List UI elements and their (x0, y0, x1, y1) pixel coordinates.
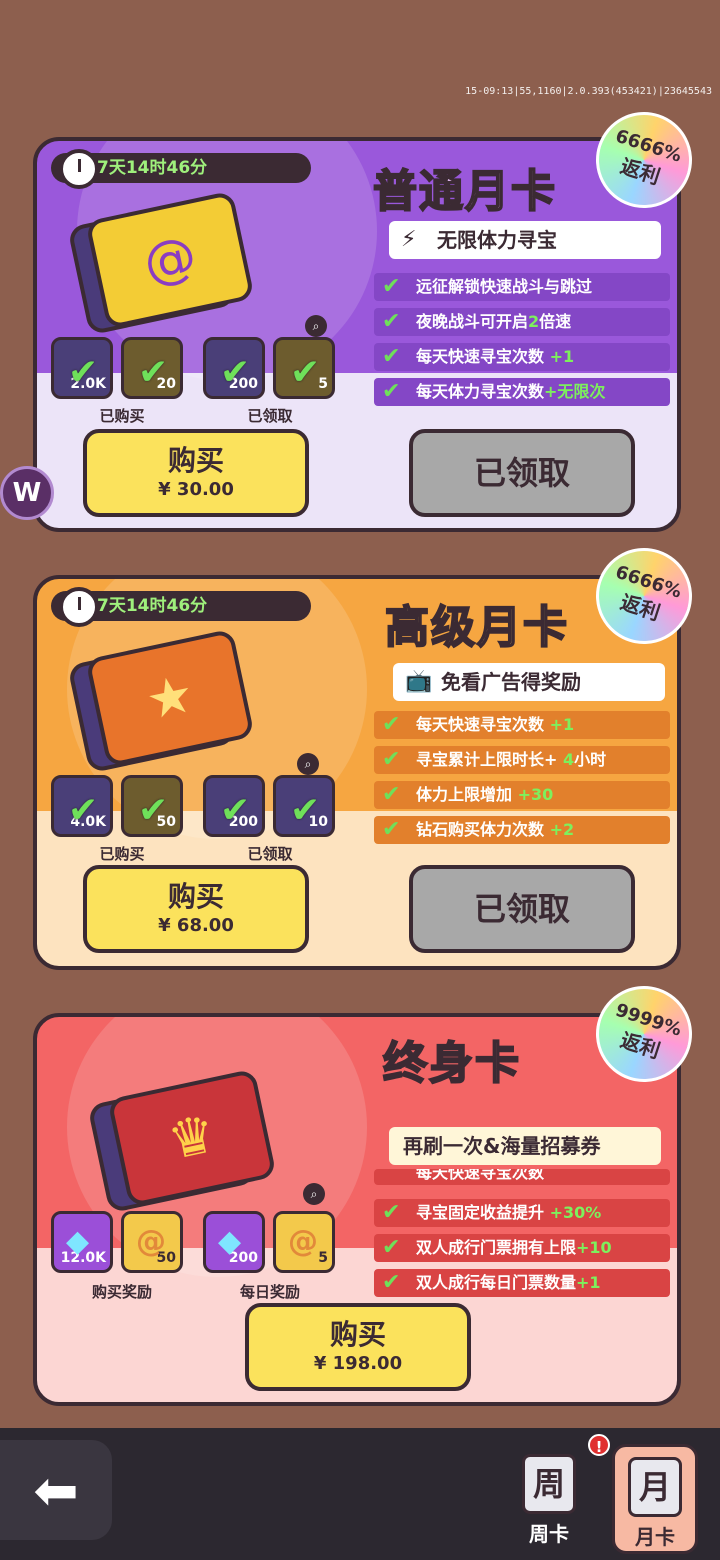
ticket-tile[interactable]: @5 (273, 1211, 335, 1273)
timer: 7天14时46分 (51, 149, 311, 189)
claimed-button[interactable]: 已领取 (409, 865, 635, 953)
claimed-button[interactable]: 已领取 (409, 429, 635, 517)
reward-tile[interactable]: ✔ 200 (203, 775, 265, 837)
check-icon: ✔ (290, 790, 321, 831)
check-icon: ✔ (220, 790, 251, 831)
notification-dot: ! (588, 1434, 610, 1456)
feature-row: ✔ 钻石购买体力次数 +2 (374, 816, 670, 844)
diamond-icon: ◆ (66, 1224, 90, 1259)
check-icon: ✔ (138, 352, 169, 393)
feature-row: ✔ 每天体力寻宝次数+无限次 (374, 378, 670, 406)
check-icon: ✔ (382, 274, 401, 299)
magnifier-icon[interactable]: ⌕ (303, 1183, 325, 1205)
daily-reward-label: 已领取 (247, 845, 293, 863)
timer: 7天14时46分 (51, 587, 311, 627)
reward-tile[interactable]: ✔ 20 (121, 337, 183, 399)
feature-banner: 再刷一次&海量招募券 (389, 1127, 661, 1165)
check-icon: ✔ (382, 747, 401, 772)
check-icon: ✔ (382, 1200, 401, 1225)
check-icon: ✔ (382, 379, 401, 404)
feature-row: ✔ 双人成行门票拥有上限+10 (374, 1234, 670, 1262)
check-icon: ✔ (68, 352, 99, 393)
check-icon: ✔ (220, 352, 251, 393)
check-icon: ✔ (382, 1270, 401, 1295)
daily-reward-label: 已领取 (247, 407, 293, 425)
card-title: 高级月卡 (384, 601, 569, 654)
stopwatch-icon (59, 149, 99, 189)
spiral-ticket-icon: @ (136, 1224, 166, 1259)
ticket-tile[interactable]: @50 (121, 1211, 183, 1273)
reward-tile[interactable]: ✔ 200 (203, 337, 265, 399)
stopwatch-icon (59, 587, 99, 627)
check-icon: ✔ (382, 1235, 401, 1260)
monthly-card-icon: 月 (628, 1457, 682, 1517)
feature-row: ✔ 每天快速寻宝次数 +1 (374, 711, 670, 739)
w-logo-icon[interactable]: W (0, 466, 54, 520)
check-icon: ✔ (382, 782, 401, 807)
debug-info: 15-09:13|55,1160|2.0.393(453421)|2364554… (465, 86, 712, 97)
premium-monthly-card: 7天14时46分 高级月卡 ★ 📺 免看广告得奖励 ✔ 每天快速寻宝次数 +1 ✔ 寻… (33, 575, 681, 970)
back-arrow-icon[interactable]: ⬅ (0, 1440, 112, 1540)
reward-tile[interactable]: ✔ 2.0K (51, 337, 113, 399)
bottom-nav: ⬅ 周周卡 月月卡 (0, 1428, 720, 1560)
check-icon: ✔ (382, 344, 401, 369)
weekly-card-icon: 周 (522, 1454, 576, 1514)
feature-row: ✔ 每天快速寻宝次数 +1 (374, 343, 670, 371)
no-energy-icon: ⚡ (401, 227, 417, 252)
magnifier-icon[interactable]: ⌕ (297, 753, 319, 775)
diamond-icon: ◆ (218, 1224, 242, 1259)
tab-weekly-card[interactable]: 周周卡 (506, 1444, 592, 1554)
feature-banner: ⚡ 无限体力寻宝 (389, 221, 661, 259)
no-ads-tv-icon: 📺 (405, 669, 433, 694)
check-icon: ✔ (290, 352, 321, 393)
feature-row: ✔ 远征解锁快速战斗与跳过 (374, 273, 670, 301)
tab-monthly-card[interactable]: 月月卡 (612, 1444, 698, 1554)
diamond-tile[interactable]: ◆ 200 (203, 1211, 265, 1273)
check-icon: ✔ (138, 790, 169, 831)
magnifier-icon[interactable]: ⌕ (305, 315, 327, 337)
card-title: 终身卡 (382, 1037, 521, 1090)
feature-row: 每天快速寻宝次数 (374, 1169, 670, 1185)
purchase-reward-label: 购买奖励 (91, 1283, 152, 1301)
purchase-reward-label: 已购买 (99, 845, 145, 863)
normal-monthly-card: 7天14时46分 普通月卡 @ ⚡ 无限体力寻宝 ✔ 远征解锁快速战斗与跳过 ✔ 夜晚… (33, 137, 681, 532)
feature-row: ✔ 寻宝累计上限时长+ 4小时 (374, 746, 670, 774)
lifetime-card: 终身卡 ♛ 再刷一次&海量招募券 每天快速寻宝次数 ✔ 寻宝固定收益提升 +30%… (33, 1013, 681, 1406)
card-title: 普通月卡 (372, 165, 557, 218)
reward-tile[interactable]: ✔ 50 (121, 775, 183, 837)
feature-row: ✔ 双人成行每日门票数量+1 (374, 1269, 670, 1297)
reward-tile[interactable]: ✔ 10 (273, 775, 335, 837)
buy-button[interactable]: 购买 ¥ 30.00 (83, 429, 309, 517)
check-icon: ✔ (382, 817, 401, 842)
diamond-tile[interactable]: ◆ 12.0K (51, 1211, 113, 1273)
feature-row: ✔ 体力上限增加 +30 (374, 781, 670, 809)
feature-banner: 📺 免看广告得奖励 (393, 663, 665, 701)
daily-reward-label: 每日奖励 (239, 1283, 300, 1301)
reward-tile[interactable]: ✔ 4.0K (51, 775, 113, 837)
purchase-reward-label: 已购买 (99, 407, 145, 425)
buy-button[interactable]: 购买 ¥ 68.00 (83, 865, 309, 953)
check-icon: ✔ (68, 790, 99, 831)
check-icon: ✔ (382, 309, 401, 334)
check-icon: ✔ (382, 712, 401, 737)
buy-button[interactable]: 购买 ¥ 198.00 (245, 1303, 471, 1391)
reward-tile[interactable]: ✔ 5 (273, 337, 335, 399)
feature-row: ✔ 寻宝固定收益提升 +30% (374, 1199, 670, 1227)
spiral-ticket-icon: @ (288, 1224, 318, 1259)
feature-row: ✔ 夜晚战斗可开启2倍速 (374, 308, 670, 336)
